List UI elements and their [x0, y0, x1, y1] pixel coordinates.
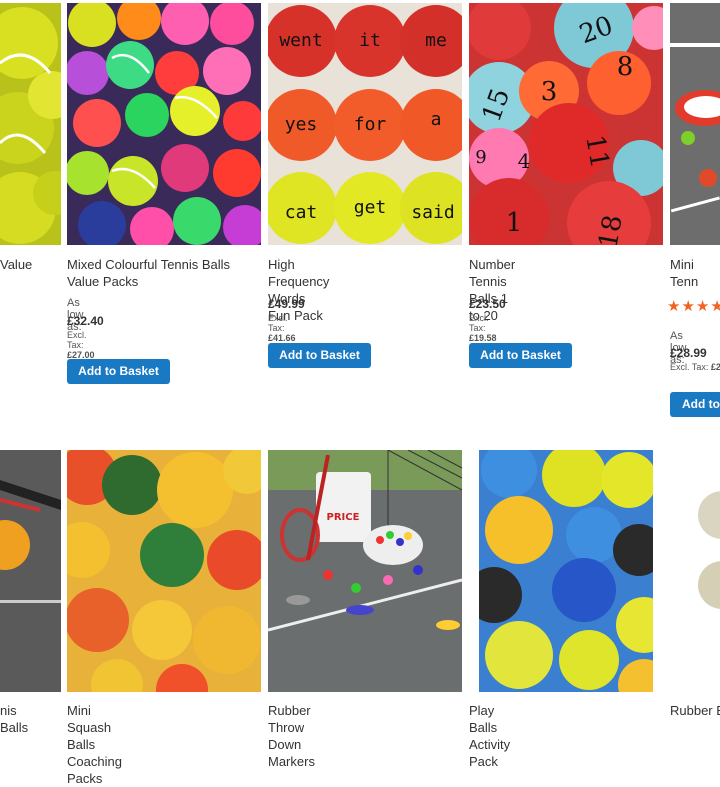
excl-tax-price: Excl. Tax: £24 — [670, 362, 720, 372]
word-it: it — [359, 30, 381, 51]
product-name[interactable]: Rubber Throw Down Markers — [268, 702, 315, 770]
word-me: me — [425, 30, 447, 51]
add-to-basket-button[interactable]: Add to Basket — [469, 343, 572, 368]
product-name[interactable]: Play Balls Activity Pack — [469, 702, 510, 770]
word-yes: yes — [285, 114, 318, 135]
product-name[interactable]: Value — [0, 256, 32, 273]
product-name[interactable]: Mini Squash Balls Coaching Packs — [67, 702, 122, 787]
excl-tax-value: £19.58 — [469, 333, 497, 343]
product-name[interactable]: Rubber B — [670, 702, 720, 719]
product-image-word-balls[interactable]: went it me yes for a cat get said — [268, 3, 462, 245]
product-image-tennis-balls[interactable] — [0, 3, 61, 245]
product-image-play-balls[interactable] — [479, 450, 653, 692]
product-name[interactable]: Mini Tenn — [670, 256, 698, 290]
product-image-colourful-balls[interactable] — [67, 3, 261, 245]
product-image-markers-bucket[interactable]: PRICE — [268, 450, 462, 692]
number-11: 11 — [579, 133, 614, 171]
product-image-squash-balls[interactable] — [67, 450, 261, 692]
product-name[interactable]: Mixed Colourful Tennis Balls Value Packs — [67, 256, 262, 290]
number-4: 4 — [518, 149, 531, 173]
product-image-mini-tennis[interactable] — [670, 3, 720, 245]
number-18: 18 — [593, 213, 628, 245]
word-a: a — [431, 109, 442, 130]
excl-tax-label: Excl. Tax: — [268, 313, 288, 333]
word-went: went — [279, 30, 322, 51]
product-price: £23.50 — [469, 297, 506, 311]
number-8: 8 — [617, 52, 634, 82]
excl-tax-value: £41.66 — [268, 333, 296, 343]
product-price: £28.99 — [670, 346, 707, 360]
word-said: said — [411, 202, 454, 223]
product-image-orange-ball[interactable] — [0, 450, 61, 692]
number-9: 9 — [475, 147, 486, 168]
number-1: 1 — [506, 208, 523, 238]
word-for: for — [354, 114, 387, 135]
excl-tax-price: Excl. Tax: £27.00 — [67, 330, 95, 360]
product-image-rubber-balls[interactable] — [670, 450, 720, 692]
bucket-logo-text: PRICE — [327, 512, 360, 523]
excl-tax-value: £24 — [710, 362, 720, 372]
excl-tax-label: Excl. Tax: — [67, 330, 87, 350]
add-to-basket-button[interactable]: Add to Basket — [67, 359, 170, 384]
product-name[interactable]: nis Balls — [0, 702, 28, 736]
word-get: get — [354, 197, 387, 218]
number-3: 3 — [541, 77, 558, 107]
add-to-basket-button[interactable]: Add to Basket — [268, 343, 371, 368]
rating-stars: ★★★★ — [667, 298, 720, 315]
excl-tax-label: Excl. Tax: — [469, 313, 489, 333]
excl-tax-price: Excl. Tax: £41.66 — [268, 313, 296, 343]
product-price: £49.99 — [268, 297, 305, 311]
excl-tax-label: Excl. Tax: — [670, 362, 709, 372]
product-price: £32.40 — [67, 314, 104, 328]
word-cat: cat — [285, 202, 318, 223]
product-image-number-balls[interactable]: 20 15 3 11 8 9 4 18 1 — [469, 3, 663, 245]
excl-tax-price: Excl. Tax: £19.58 — [469, 313, 497, 343]
add-to-basket-button[interactable]: Add to — [670, 392, 720, 417]
